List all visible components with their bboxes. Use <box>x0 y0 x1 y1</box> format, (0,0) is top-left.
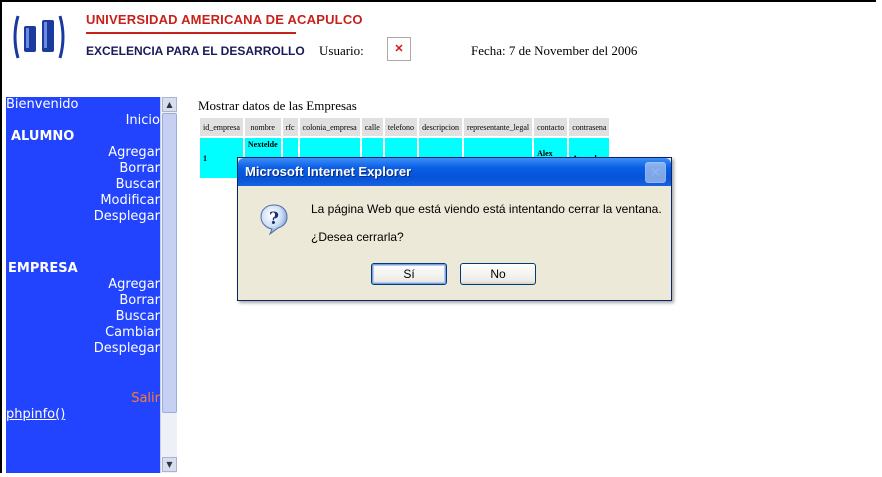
table-header: id_empresa <box>200 118 243 136</box>
header-divider <box>86 32 296 34</box>
sidebar-item-salir[interactable]: Salir <box>6 391 160 407</box>
scroll-down-icon[interactable]: ▼ <box>162 457 177 472</box>
table-header-row: id_empresa nombre rfc colonia_empresa ca… <box>200 118 610 136</box>
table-header: contrasena <box>569 118 610 136</box>
sidebar-item-alumno-desplegar[interactable]: Desplegar <box>6 209 160 225</box>
scrollbar-thumb[interactable] <box>162 113 177 413</box>
sidebar-item-empresa-desplegar[interactable]: Desplegar <box>6 341 160 357</box>
table-header: contacto <box>534 118 568 136</box>
sidebar-item-alumno-agregar[interactable]: Agregar <box>6 145 160 161</box>
sidebar-item-empresa-borrar[interactable]: Borrar <box>6 293 160 309</box>
dialog-message: La página Web que está viendo está inten… <box>311 202 662 216</box>
date-text: Fecha: 7 de November del 2006 <box>471 43 638 58</box>
table-header: nombre <box>244 118 281 136</box>
svg-text:?: ? <box>269 209 279 229</box>
university-name: UNIVERSIDAD AMERICANA DE ACAPULCO <box>86 12 363 27</box>
dialog-title: Microsoft Internet Explorer <box>245 164 412 179</box>
scroll-up-icon[interactable]: ▲ <box>162 97 177 112</box>
table-header: colonia_empresa <box>299 118 360 136</box>
frame-edge <box>876 0 882 477</box>
sidebar-item-empresa-cambiar[interactable]: Cambiar <box>6 325 160 341</box>
table-header: calle <box>361 118 383 136</box>
sidebar-item-alumno-buscar[interactable]: Buscar <box>6 177 160 193</box>
sidebar-section-empresa: EMPRESA <box>8 261 78 276</box>
no-button[interactable]: No <box>460 263 536 285</box>
sidebar-scrollbar[interactable]: ▲ ▼ <box>160 97 177 473</box>
dialog-titlebar[interactable]: Microsoft Internet Explorer ✕ <box>238 158 671 186</box>
table-header: rfc <box>282 118 298 136</box>
sidebar-section-alumno: ALUMNO <box>11 129 75 144</box>
sidebar-item-inicio[interactable]: Inicio <box>6 113 160 129</box>
yes-button[interactable]: Sí <box>371 263 447 285</box>
close-icon[interactable]: ✕ <box>645 162 666 183</box>
university-motto: EXCELENCIA PARA EL DESARROLLO <box>86 44 305 58</box>
sidebar-item-empresa-buscar[interactable]: Buscar <box>6 309 160 325</box>
table-header: representante_legal <box>463 118 533 136</box>
university-logo-icon <box>13 15 65 59</box>
table-header: telefono <box>384 118 418 136</box>
question-icon: ? <box>260 204 288 235</box>
sidebar-item-phpinfo[interactable]: phpinfo() <box>6 407 160 423</box>
table-header: descripcion <box>419 118 462 136</box>
broken-image-icon: ✕ <box>387 37 411 61</box>
page-title: Mostrar datos de las Empresas <box>198 98 357 113</box>
user-label: Usuario: <box>319 43 364 58</box>
sidebar-welcome: Bienvenido <box>6 97 79 112</box>
confirm-dialog: Microsoft Internet Explorer ✕ ? La págin… <box>237 157 672 301</box>
sidebar-item-alumno-borrar[interactable]: Borrar <box>6 161 160 177</box>
sidebar-item-alumno-modificar[interactable]: Modificar <box>6 193 160 209</box>
dialog-question: ¿Desea cerrarla? <box>311 230 404 244</box>
sidebar-nav: Bienvenido Inicio ALUMNO Agregar Borrar … <box>6 97 160 423</box>
sidebar-item-empresa-agregar[interactable]: Agregar <box>6 277 160 293</box>
